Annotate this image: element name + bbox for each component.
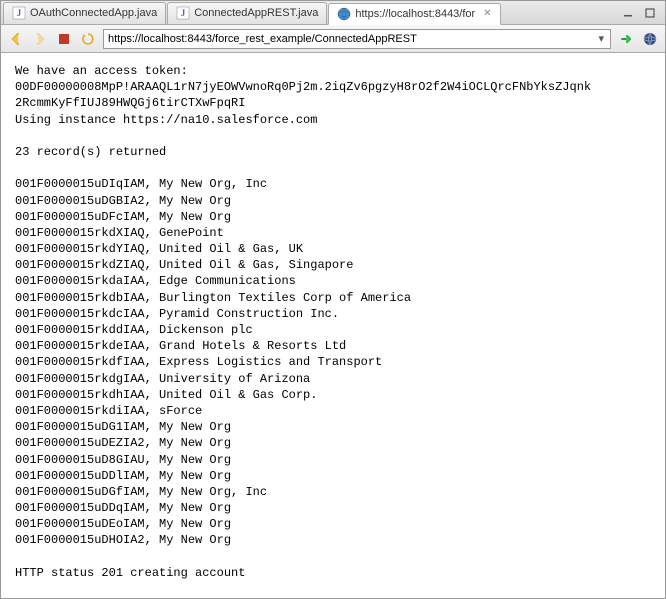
window-controls — [621, 6, 663, 20]
java-file-icon: J — [176, 6, 190, 20]
tab-bar: J OAuthConnectedApp.java J ConnectedAppR… — [1, 1, 665, 25]
svg-text:J: J — [181, 8, 186, 18]
tab-connected-app-rest[interactable]: J ConnectedAppREST.java — [167, 2, 327, 24]
close-icon[interactable]: ✕ — [483, 8, 491, 19]
java-file-icon: J — [12, 6, 26, 20]
stop-icon[interactable] — [55, 30, 73, 48]
tab-oauth-connected-app[interactable]: J OAuthConnectedApp.java — [3, 2, 166, 24]
globe-icon — [337, 7, 351, 21]
tab-label: https://localhost:8443/for — [355, 8, 475, 20]
browser-content: We have an access token: 00DF00000008MpP… — [1, 53, 665, 598]
back-arrow-icon[interactable] — [7, 30, 25, 48]
forward-arrow-icon[interactable] — [31, 30, 49, 48]
browser-toolbar: ▾ — [1, 25, 665, 53]
svg-text:J: J — [17, 8, 22, 18]
url-bar[interactable]: ▾ — [103, 29, 611, 49]
minimize-button[interactable] — [621, 6, 635, 20]
tab-browser[interactable]: https://localhost:8443/for ✕ — [328, 3, 500, 25]
go-icon[interactable] — [617, 30, 635, 48]
external-browser-icon[interactable] — [641, 30, 659, 48]
tab-label: ConnectedAppREST.java — [194, 7, 318, 19]
ide-window: J OAuthConnectedApp.java J ConnectedAppR… — [0, 0, 666, 599]
chevron-down-icon[interactable]: ▾ — [596, 32, 606, 45]
url-input[interactable] — [108, 33, 596, 45]
maximize-button[interactable] — [643, 6, 657, 20]
refresh-icon[interactable] — [79, 30, 97, 48]
tab-label: OAuthConnectedApp.java — [30, 7, 157, 19]
